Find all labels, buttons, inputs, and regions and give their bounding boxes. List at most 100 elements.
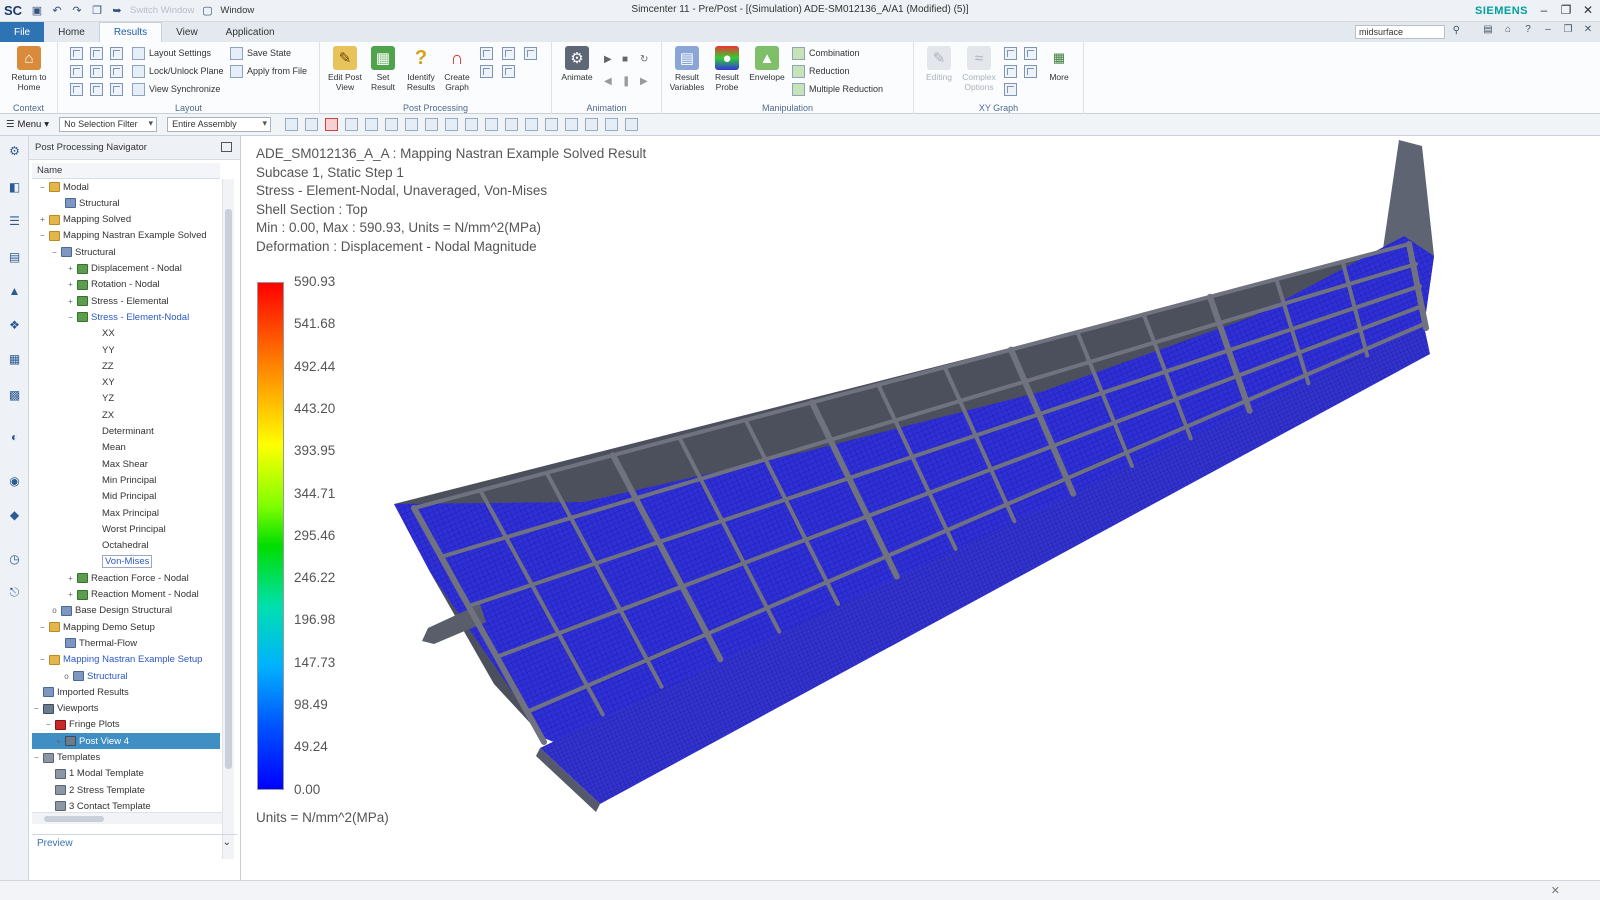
selection-filter-select[interactable]: No Selection Filter	[59, 117, 158, 132]
lasso-icon[interactable]	[365, 118, 379, 131]
expand-toggle-icon[interactable]: +	[66, 280, 75, 289]
display-icon[interactable]	[525, 118, 539, 131]
sim-navigator-icon[interactable]: ◧	[6, 178, 23, 195]
tree-item[interactable]: 2 Stress Template	[32, 782, 220, 798]
loop-icon[interactable]: ↻	[640, 54, 648, 65]
shaded-icon[interactable]	[425, 118, 439, 131]
command-search-input[interactable]: midsurface	[1355, 25, 1445, 39]
table-icon[interactable]	[465, 118, 479, 131]
tree-item[interactable]: Thermal-Flow	[32, 635, 220, 651]
tree-item[interactable]: − Fringe Plots	[32, 717, 220, 733]
expand-toggle-icon[interactable]: −	[50, 248, 59, 257]
preview-panel-toggle[interactable]: Preview ⌄	[32, 834, 237, 852]
identify-results-button[interactable]: ? Identify Results	[402, 46, 440, 93]
multiple-reduction-button[interactable]: Multiple Reduction	[792, 81, 883, 97]
save-state-button[interactable]: Save State	[230, 45, 291, 61]
complex-options-button[interactable]: ≈ Complex Options	[960, 46, 998, 92]
tree-item[interactable]: Max Principal	[32, 505, 220, 521]
stream-icon[interactable]	[502, 65, 515, 78]
expand-toggle-icon[interactable]: −	[44, 720, 53, 729]
tree-item[interactable]: + Post View 4	[32, 733, 220, 750]
combination-button[interactable]: Combination	[792, 45, 860, 61]
expand-toggle-icon[interactable]: +	[54, 737, 63, 746]
expand-toggle-icon[interactable]: −	[32, 753, 41, 762]
tab-file[interactable]: File	[0, 22, 45, 42]
layout-grid-icon[interactable]	[90, 83, 103, 96]
step-back-icon[interactable]: ◀	[604, 76, 612, 87]
tree-item[interactable]: 1 Modal Template	[32, 766, 220, 782]
stop-icon[interactable]: ■	[622, 54, 628, 65]
set-result-button[interactable]: ▦ Set Result	[364, 46, 402, 92]
tree-item[interactable]: − Stress - Element-Nodal	[32, 309, 220, 325]
assembly-navigator-icon[interactable]: ☰	[6, 212, 23, 229]
tab-home[interactable]: Home	[44, 22, 99, 42]
reuse-library-icon[interactable]: ▦	[6, 350, 23, 367]
scrollbar-thumb[interactable]	[44, 816, 104, 822]
expand-toggle-icon[interactable]: −	[38, 655, 47, 664]
maximize-icon[interactable]	[221, 142, 232, 152]
tree-item[interactable]: + Rotation - Nodal	[32, 277, 220, 293]
tree-item[interactable]: + Reaction Moment - Nodal	[32, 587, 220, 603]
tree-item[interactable]: ZX	[32, 407, 220, 423]
return-home-button[interactable]: ⌂ Return to Home	[10, 46, 48, 92]
tab-application[interactable]: Application	[212, 22, 289, 42]
tree-item[interactable]: XX	[32, 326, 220, 342]
bookmark-icon[interactable]	[625, 118, 639, 131]
select-icon[interactable]	[285, 118, 299, 131]
create-graph-button[interactable]: ∩ Create Graph	[438, 46, 476, 93]
expand-toggle-icon[interactable]: +	[66, 574, 75, 583]
color-icon[interactable]	[545, 118, 559, 131]
apply-from-file-button[interactable]: Apply from File	[230, 63, 307, 79]
constraint-icon[interactable]: ❖	[6, 316, 23, 333]
restore-icon[interactable]: ❐	[1558, 1, 1574, 19]
expand-toggle-icon[interactable]: −	[32, 704, 41, 713]
system-icon[interactable]: ⎋	[6, 584, 23, 601]
expand-toggle-icon[interactable]: o	[50, 606, 59, 615]
tree-item[interactable]: + Reaction Force - Nodal	[32, 570, 220, 586]
graph-tool-icon[interactable]	[1024, 65, 1037, 78]
expand-toggle-icon[interactable]: −	[66, 313, 75, 322]
layout-icon[interactable]: ▤	[1482, 24, 1494, 35]
expand-toggle-icon[interactable]: −	[38, 183, 47, 192]
play-icon[interactable]: ▶	[604, 54, 612, 65]
roles-icon[interactable]: ◆	[6, 506, 23, 523]
minimize-icon[interactable]: –	[1536, 1, 1552, 19]
clock-icon[interactable]: ◷	[6, 550, 23, 567]
layout-grid-icon[interactable]	[70, 65, 83, 78]
web-browser-icon[interactable]: ◐	[6, 428, 23, 445]
tree-item[interactable]: YZ	[32, 391, 220, 407]
expand-toggle-icon[interactable]: +	[66, 264, 75, 273]
save-icon[interactable]: ▣	[30, 4, 44, 18]
step-forward-icon[interactable]: ▶	[640, 76, 648, 87]
tree-item[interactable]: o Base Design Structural	[32, 603, 220, 619]
tree-item[interactable]: − Mapping Nastran Example Solved	[32, 228, 220, 244]
tree-vertical-scrollbar[interactable]	[222, 179, 234, 859]
tree-item[interactable]: Octahedral	[32, 538, 220, 554]
snap-icon[interactable]	[585, 118, 599, 131]
reduction-button[interactable]: Reduction	[792, 63, 850, 79]
window-menu[interactable]: Window	[220, 5, 254, 16]
editing-button[interactable]: ✎ Editing	[920, 46, 958, 82]
graph-tool-icon[interactable]	[1004, 83, 1017, 96]
layout-grid-icon[interactable]	[110, 83, 123, 96]
tree-item[interactable]: − Viewports	[32, 701, 220, 717]
tree-item[interactable]: o Structural	[32, 668, 220, 684]
layout-settings-button[interactable]: Layout Settings	[132, 45, 211, 61]
graph-tool-icon[interactable]	[1024, 47, 1037, 60]
tree-item[interactable]: YY	[32, 342, 220, 358]
menu-button[interactable]: ☰ Menu ▾	[6, 119, 49, 130]
tree-item[interactable]: Imported Results	[32, 684, 220, 700]
result-variables-button[interactable]: ▤ Result Variables	[668, 46, 706, 92]
tree-item[interactable]: − Templates	[32, 750, 220, 766]
expand-toggle-icon[interactable]: −	[38, 623, 47, 632]
envelope-button[interactable]: ▲ Envelope	[748, 46, 786, 82]
lock-unlock-plane-button[interactable]: Lock/Unlock Plane	[132, 63, 224, 79]
tree-item[interactable]: − Mapping Nastran Example Setup	[32, 652, 220, 668]
doc-minimize-icon[interactable]: –	[1542, 24, 1554, 35]
tree-item[interactable]: + Displacement - Nodal	[32, 261, 220, 277]
view-synchronize-button[interactable]: View Synchronize	[132, 81, 220, 97]
part-navigator-icon[interactable]: ▤	[6, 248, 23, 265]
layout-grid-icon[interactable]	[110, 65, 123, 78]
tree-item[interactable]: Max Shear	[32, 456, 220, 472]
scope-select[interactable]: Entire Assembly	[167, 117, 272, 132]
